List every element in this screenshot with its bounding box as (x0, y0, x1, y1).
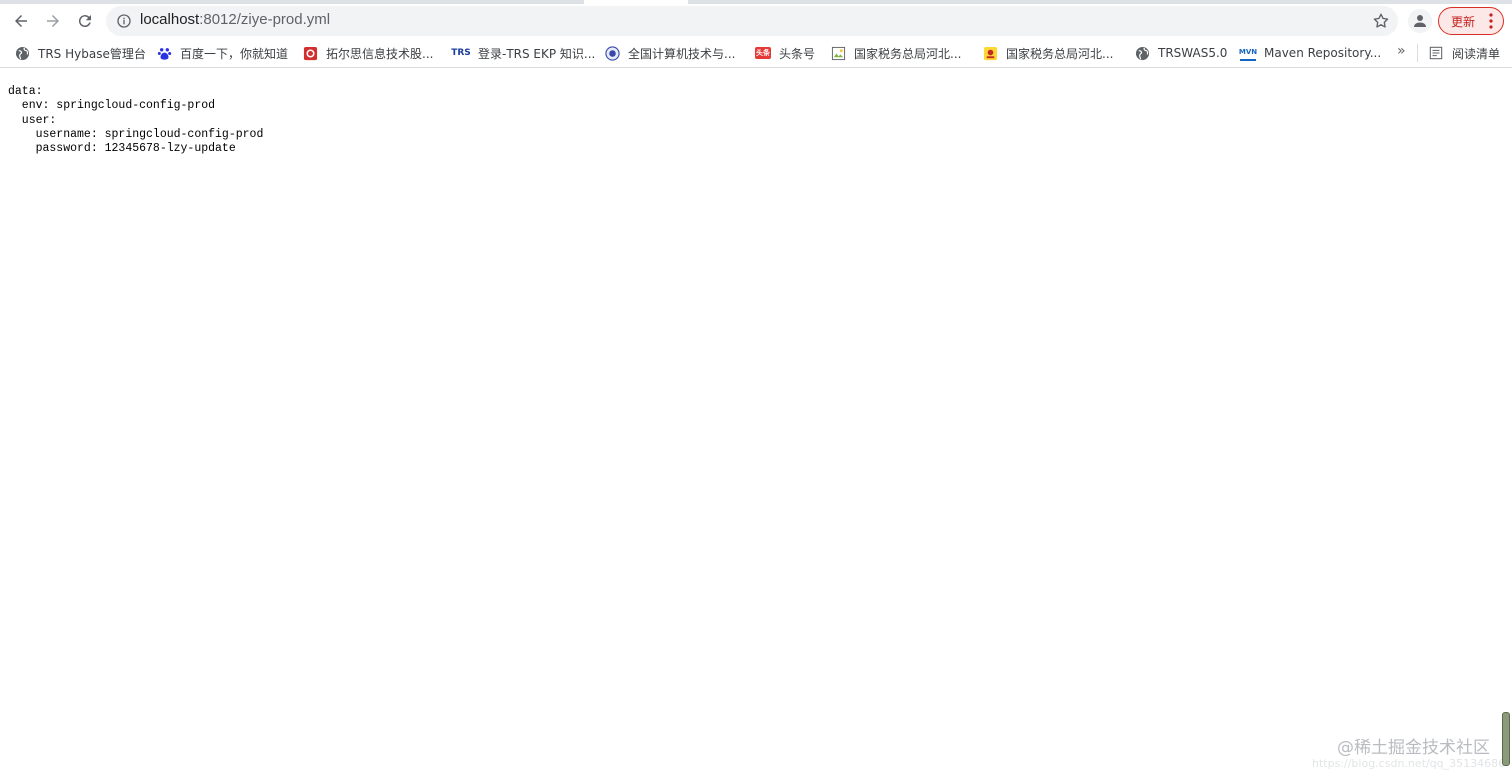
update-label: 更新 (1451, 14, 1476, 29)
bookmark-item[interactable]: 拓尔思信息技术股... (302, 44, 433, 62)
profile-button[interactable] (1408, 9, 1432, 33)
tax-badge-icon (982, 45, 998, 61)
bookmark-item[interactable]: TRS Hybase管理台 (14, 44, 146, 62)
watermark-url: https://blog.csdn.net/qq_35134686 (1312, 757, 1506, 770)
browser-toolbar: localhost:8012/ziye-prod.yml 更新 (0, 4, 1512, 38)
url-text[interactable]: localhost:8012/ziye-prod.yml (140, 11, 330, 28)
person-icon (1414, 15, 1426, 27)
yaml-document: data: env: springcloud-config-prod user:… (8, 85, 263, 156)
globe-icon (14, 45, 30, 61)
bookmark-label: 国家税务总局河北... (1006, 46, 1114, 61)
address-bar[interactable]: localhost:8012/ziye-prod.yml (106, 6, 1398, 36)
reading-list-icon (1428, 45, 1444, 61)
trs-text-icon: TRS (451, 48, 471, 58)
star-icon[interactable] (1372, 12, 1390, 30)
bookmarks-overflow-button[interactable]: » (1397, 43, 1406, 59)
bookmark-item[interactable]: MVN Maven Repository... (1239, 44, 1382, 62)
toutiao-icon: 头条 (755, 47, 771, 59)
bookmarks-divider (1417, 44, 1418, 62)
mvn-icon: MVN (1239, 45, 1257, 61)
broken-image-icon (830, 45, 846, 61)
url-host: localhost (140, 11, 200, 28)
arrow-left-icon (15, 15, 27, 27)
yaml-line: username: springcloud-config-prod (8, 127, 264, 141)
yaml-line: password: 12345678-lzy-update (8, 142, 236, 156)
bookmark-item[interactable]: 头条 头条号 (755, 44, 815, 62)
exam-seal-icon (604, 45, 620, 61)
reload-icon (78, 15, 91, 28)
yaml-line: data: (8, 85, 43, 98)
globe-icon (1134, 45, 1150, 61)
bookmark-item[interactable]: 百度一下，你就知道 (156, 44, 288, 62)
bookmark-label: 百度一下，你就知道 (180, 46, 289, 61)
yaml-line: user: (8, 113, 57, 127)
bookmark-label: TRS Hybase管理台 (38, 46, 146, 61)
bookmark-label: Maven Repository... (1264, 46, 1382, 60)
bookmark-item[interactable]: 全国计算机技术与... (604, 44, 735, 62)
bookmark-item[interactable]: TRS 登录-TRS EKP 知识... (451, 44, 596, 62)
bookmark-item[interactable]: TRSWAS5.0 (1134, 44, 1227, 62)
bookmark-label: 头条号 (779, 46, 816, 61)
url-path: :8012/ziye-prod.yml (199, 11, 331, 28)
bookmarks-bar: TRS Hybase管理台 百度一下，你就知道 拓尔思信息技术股... TRS … (0, 38, 1512, 68)
yaml-line: env: springcloud-config-prod (8, 99, 216, 113)
forward-button[interactable] (39, 7, 67, 35)
side-widget-handle[interactable] (1502, 712, 1510, 766)
update-button[interactable]: 更新 (1438, 7, 1504, 35)
trs-red-icon (302, 45, 318, 61)
reading-list-button[interactable]: 阅读清单 (1428, 44, 1500, 62)
more-vert-icon (1489, 13, 1493, 29)
reload-button[interactable] (71, 7, 99, 35)
watermark-text: @稀土掘金技术社区 (1337, 738, 1490, 758)
bookmark-label: 拓尔思信息技术股... (326, 46, 434, 61)
reading-list-label: 阅读清单 (1452, 46, 1501, 61)
bookmark-item[interactable]: 国家税务总局河北... (830, 44, 961, 62)
baidu-paw-icon (156, 45, 172, 61)
back-button[interactable] (7, 7, 35, 35)
bookmark-label: 国家税务总局河北... (854, 46, 962, 61)
bookmark-item[interactable]: 国家税务总局河北... (982, 44, 1113, 62)
arrow-right-icon (47, 15, 59, 27)
bookmark-label: 登录-TRS EKP 知识... (478, 46, 596, 61)
info-icon[interactable] (116, 13, 132, 29)
bookmark-label: TRSWAS5.0 (1158, 46, 1228, 60)
bookmark-label: 全国计算机技术与... (628, 46, 736, 61)
